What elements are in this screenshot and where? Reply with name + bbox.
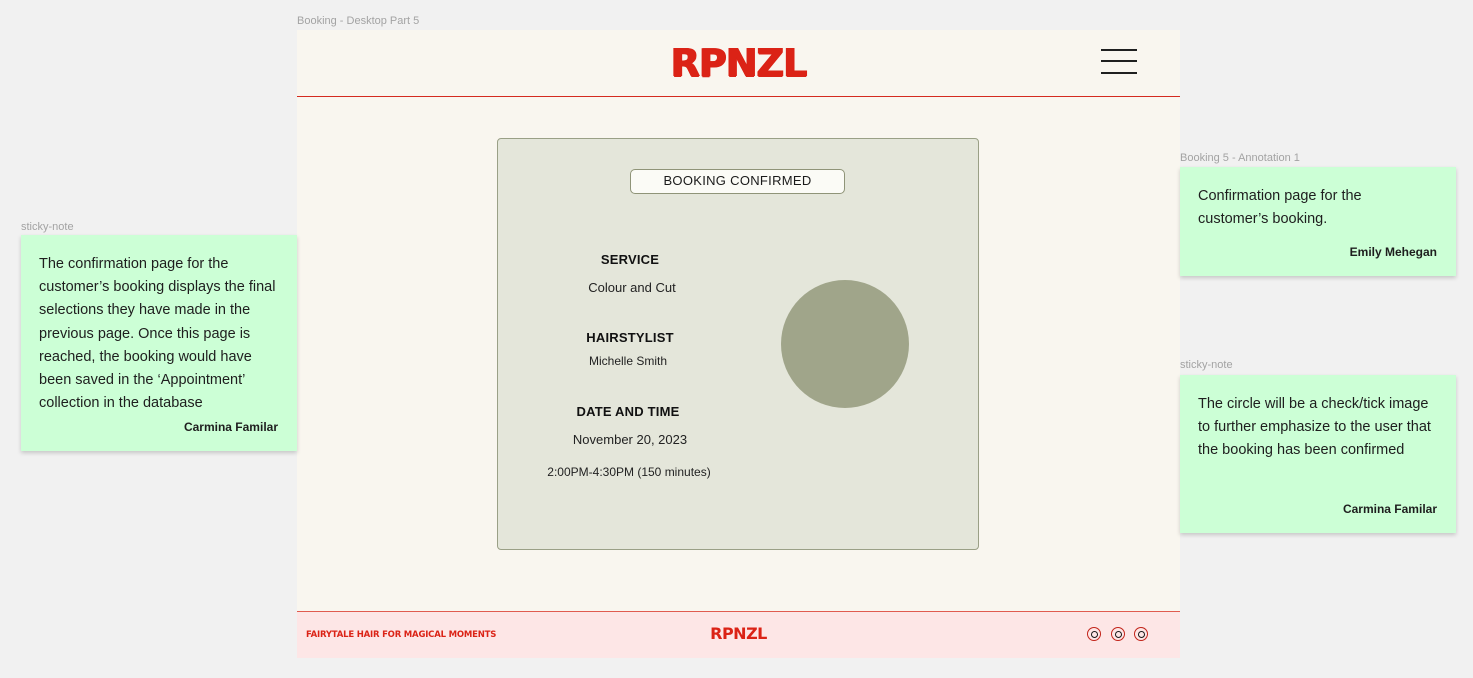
frame-label-annotation: Booking 5 - Annotation 1 bbox=[1180, 152, 1300, 164]
instagram-icon[interactable] bbox=[1134, 627, 1148, 641]
hamburger-menu-icon[interactable] bbox=[1101, 49, 1139, 75]
service-label: SERVICE bbox=[600, 252, 660, 267]
facebook-icon[interactable] bbox=[1111, 627, 1125, 641]
sticky-note-author: Carmina Familar bbox=[183, 420, 278, 434]
date-time-label: DATE AND TIME bbox=[576, 404, 680, 419]
sticky-note-text: The circle will be a check/tick image to… bbox=[1198, 396, 1431, 459]
design-canvas: Booking - Desktop Part 5 sticky-note Boo… bbox=[0, 0, 1473, 678]
annotation-text: Confirmation page for the customer’s boo… bbox=[1198, 188, 1362, 228]
booking-summary-card: BOOKING CONFIRMED SERVICE Colour and Cut… bbox=[497, 138, 979, 550]
time-value: 2:00PM-4:30PM (150 minutes) bbox=[547, 465, 711, 479]
annotation-note[interactable]: Confirmation page for the customer’s boo… bbox=[1180, 167, 1456, 276]
annotation-author: Emily Mehegan bbox=[1349, 245, 1437, 259]
site-header: RPNZL bbox=[297, 30, 1180, 97]
brand-logo[interactable]: RPNZL bbox=[297, 41, 1180, 85]
frame-label-right-note: sticky-note bbox=[1180, 359, 1233, 371]
sticky-note-right[interactable]: The circle will be a check/tick image to… bbox=[1180, 375, 1456, 533]
hairstylist-label: HAIRSTYLIST bbox=[586, 330, 674, 345]
check-circle-placeholder bbox=[781, 280, 909, 408]
booking-confirmation-frame: RPNZL BOOKING CONFIRMED SERVICE Colour a… bbox=[297, 30, 1180, 658]
menu-line bbox=[1101, 60, 1137, 62]
threads-icon[interactable] bbox=[1087, 627, 1101, 641]
sticky-note-author: Carmina Familar bbox=[1342, 502, 1437, 516]
footer-logo[interactable]: RPNZL bbox=[297, 624, 1180, 643]
menu-line bbox=[1101, 72, 1137, 74]
service-value: Colour and Cut bbox=[588, 280, 676, 295]
date-value: November 20, 2023 bbox=[572, 432, 688, 447]
sticky-note-text: The confirmation page for the customer’s… bbox=[39, 256, 276, 412]
frame-label-main: Booking - Desktop Part 5 bbox=[297, 15, 420, 27]
sticky-note-left[interactable]: The confirmation page for the customer’s… bbox=[21, 235, 297, 451]
booking-confirmed-badge: BOOKING CONFIRMED bbox=[630, 169, 845, 194]
menu-line bbox=[1101, 49, 1137, 51]
hairstylist-value: Michelle Smith bbox=[588, 354, 668, 368]
frame-label-left-note: sticky-note bbox=[21, 221, 74, 233]
site-footer: FAIRYTALE HAIR FOR MAGICAL MOMENTS RPNZL bbox=[297, 611, 1180, 658]
